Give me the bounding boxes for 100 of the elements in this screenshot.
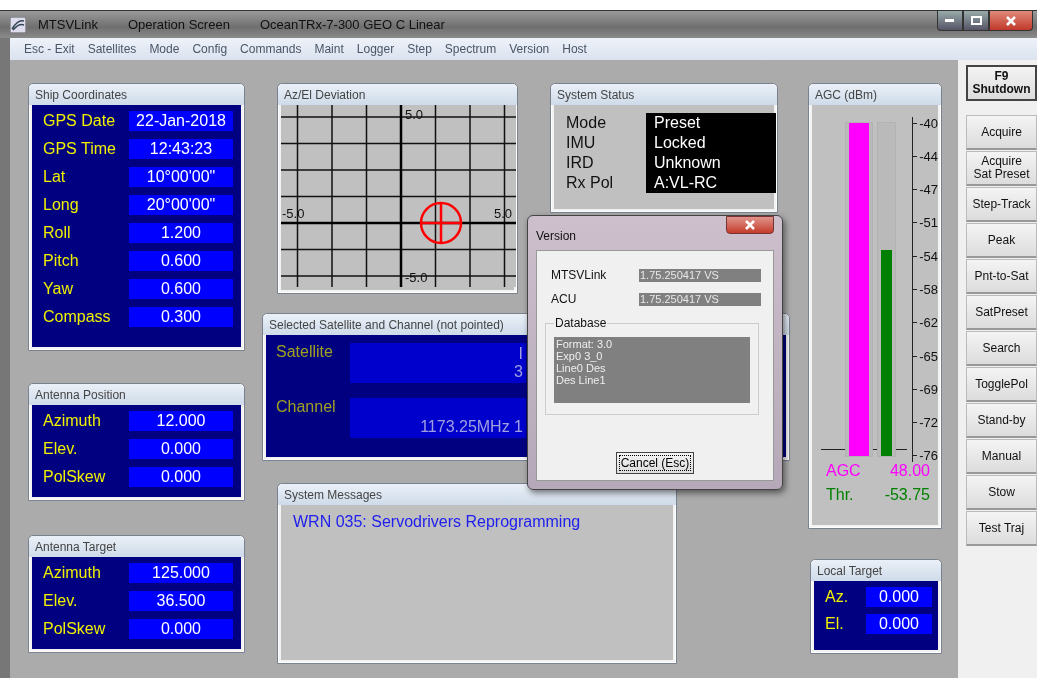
value-display: 0.000 — [129, 466, 233, 487]
command-button[interactable]: TogglePol — [966, 367, 1037, 402]
menu-item[interactable]: Logger — [356, 42, 395, 56]
panel-title: Antenna Target — [29, 536, 244, 557]
status-label: IRD — [566, 153, 595, 173]
menu-item[interactable]: Config — [192, 42, 228, 56]
value-display: 10°00'00" — [129, 166, 233, 187]
value-display: 0.000 — [129, 618, 233, 639]
command-button[interactable]: Stand-by — [966, 403, 1037, 438]
window-title: OceanTRx-7-300 GEO C Linear — [259, 17, 445, 32]
menu-item[interactable]: Spectrum — [444, 42, 497, 56]
group-title: Database — [554, 316, 608, 330]
app-icon — [10, 16, 26, 33]
status-value: A:VL-RC — [654, 173, 719, 193]
field-label: Azimuth — [43, 563, 102, 582]
crosshair-icon — [419, 201, 463, 245]
value-display: 12:43:23 — [129, 138, 233, 159]
close-icon — [1006, 15, 1016, 26]
tick-label: -54 — [919, 248, 938, 264]
command-button[interactable]: Acquire — [966, 115, 1037, 150]
panel-title: Az/El Deviation — [278, 84, 517, 105]
value-text: I — [518, 345, 523, 363]
field-label: Roll — [43, 223, 72, 242]
tick-label: -72 — [919, 415, 938, 431]
status-label: IMU — [566, 133, 597, 153]
field-label: Yaw — [43, 279, 74, 298]
field-label: PolSkew — [43, 467, 107, 486]
status-label: Mode — [566, 113, 608, 133]
field-label: Elev. — [43, 591, 79, 610]
field-label: Pitch — [43, 251, 80, 270]
minimize-icon — [945, 18, 955, 23]
command-button[interactable]: Pnt-to-Sat — [966, 259, 1037, 294]
value-display: 36.500 — [129, 590, 233, 611]
dialog-title: Version — [536, 229, 577, 243]
command-button[interactable]: Search — [966, 331, 1037, 366]
field-label: Compass — [43, 307, 112, 326]
shutdown-button[interactable]: F9 Shutdown — [966, 65, 1037, 101]
version-value: 1.75.250417 VS — [639, 292, 761, 306]
command-button[interactable]: Acquire Sat Preset — [966, 151, 1037, 186]
tick-label: -44 — [919, 148, 938, 164]
value-display: 0.000 — [866, 613, 932, 634]
menu-item[interactable]: Commands — [240, 42, 302, 56]
menu-item[interactable]: Step — [407, 42, 432, 56]
close-icon — [745, 220, 755, 230]
tick-label: -40 — [919, 115, 938, 131]
list-line: Exp0 3_0 — [556, 350, 604, 362]
meter-label: Thr. — [826, 486, 854, 504]
field-label: Lat — [43, 167, 67, 186]
panel-title: Ship Coordinates — [29, 84, 244, 105]
list-line: Format: 3.0 — [556, 338, 614, 350]
field-label: MTSVLink — [551, 268, 608, 282]
maximize-button[interactable] — [963, 11, 989, 31]
field-label: Satellite — [276, 343, 334, 362]
value-text: 3 — [514, 363, 523, 381]
tick-label: -47 — [919, 182, 938, 198]
field-label: Channel — [276, 398, 337, 417]
menu-item[interactable]: Maint — [314, 42, 344, 56]
status-value: Preset — [654, 113, 702, 133]
value-display: 0.600 — [129, 278, 233, 299]
minimize-button[interactable] — [937, 11, 963, 31]
value-display: 20°00'00" — [129, 194, 233, 215]
panel-title: AGC (dBm) — [809, 84, 941, 105]
command-button[interactable]: Test Traj — [966, 511, 1037, 546]
close-button[interactable] — [726, 216, 774, 234]
tick-label: -65 — [919, 348, 938, 364]
panel-title: Antenna Position — [29, 384, 244, 405]
field-label: PolSkew — [43, 619, 107, 638]
field-label: El. — [825, 614, 845, 633]
tick-label: -51 — [919, 215, 938, 231]
close-button[interactable] — [989, 11, 1033, 31]
menu-item[interactable]: Esc - Exit — [24, 42, 75, 56]
value-display: 22-Jan-2018 — [129, 110, 233, 131]
menu-item[interactable]: Satellites — [87, 42, 137, 56]
command-button[interactable]: SatPreset — [966, 295, 1037, 330]
menu-item[interactable]: Mode — [149, 42, 180, 56]
tick-label: -62 — [919, 315, 938, 331]
command-button[interactable]: Peak — [966, 223, 1037, 258]
menu-item[interactable]: Version — [509, 42, 550, 56]
value-display: 1.200 — [129, 222, 233, 243]
command-button[interactable]: Step-Track — [966, 187, 1037, 222]
value-display: 0.600 — [129, 250, 233, 271]
tick-label: -76 — [919, 448, 938, 464]
list-line: Des Line1 — [556, 374, 607, 386]
panel-title: Local Target — [811, 560, 941, 581]
meter-reading: 48.00 — [889, 462, 930, 480]
field-label: GPS Date — [43, 111, 117, 130]
meter-label: AGC — [826, 462, 861, 480]
tick-label: -58 — [919, 282, 938, 297]
field-label: Elev. — [43, 439, 79, 458]
tick-label: -69 — [919, 381, 938, 397]
cancel-button[interactable]: Cancel (Esc) — [616, 452, 694, 474]
command-button[interactable]: Manual — [966, 439, 1037, 474]
value-display: 125.000 — [129, 562, 233, 583]
menu-item[interactable]: Host — [562, 42, 587, 56]
field-label: Az. — [825, 587, 850, 606]
list-line: Line0 Des — [556, 362, 607, 374]
status-value: Unknown — [654, 153, 722, 173]
command-button[interactable]: Stow — [966, 475, 1037, 510]
field-label: Azimuth — [43, 411, 102, 430]
value-display: 12.000 — [129, 410, 233, 431]
